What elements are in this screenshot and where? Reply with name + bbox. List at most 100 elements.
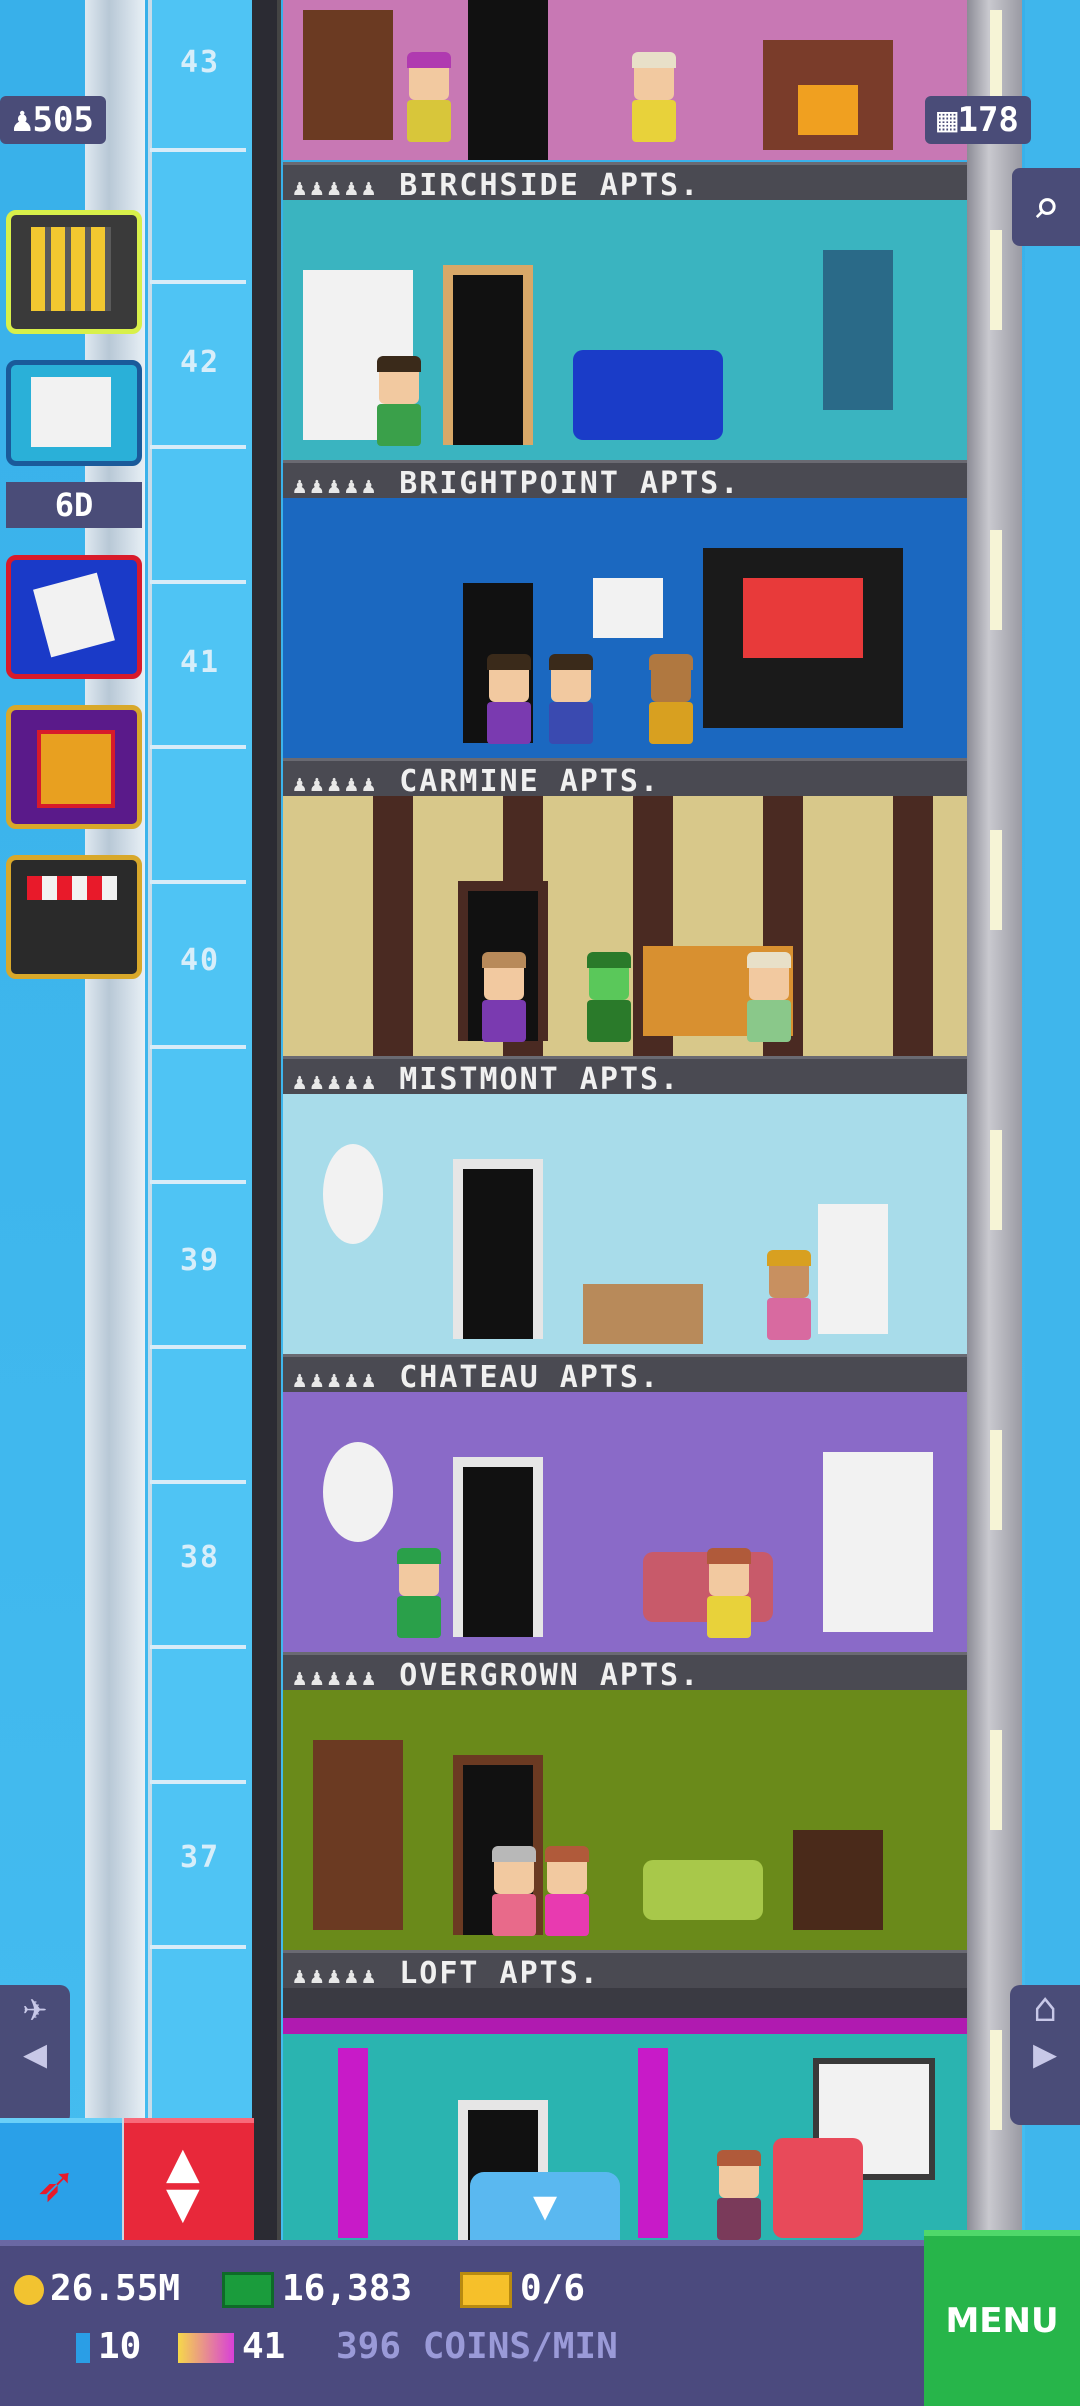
search-icon[interactable]: ⌕ <box>1012 168 1080 246</box>
gift-icon <box>37 730 115 808</box>
tickets-stat[interactable]: 0/6 <box>460 2268 585 2309</box>
calendar-button[interactable] <box>6 555 142 679</box>
lobby-nav-button[interactable]: ✈ ◀ <box>0 1985 70 2125</box>
resident[interactable] <box>373 356 425 446</box>
mirror <box>323 1442 393 1542</box>
floor-name: BIRCHSIDE APTS. <box>399 168 701 203</box>
curtain <box>338 2048 368 2238</box>
shaft-line <box>150 745 246 749</box>
event-timer: 6D <box>6 482 142 528</box>
shaft-line <box>150 1180 246 1184</box>
resident[interactable] <box>763 1250 815 1340</box>
elevator-pole <box>85 0 145 2240</box>
building-icon: ▦ <box>937 100 958 140</box>
floors-badge[interactable]: ▦178 <box>925 96 1031 144</box>
fireplace <box>763 40 893 150</box>
window-light <box>990 1730 1002 1830</box>
window-light <box>990 1130 1002 1230</box>
shaft-line <box>150 580 246 584</box>
bux-icon <box>222 2272 274 2308</box>
elevator-tickets-stat[interactable]: 10 <box>76 2326 141 2367</box>
floor-label-bar[interactable]: ♟♟♟♟♟ OVERGROWN APTS. <box>283 1652 967 1693</box>
fireplace <box>793 1830 883 1930</box>
coins-stat[interactable]: 26.55M <box>14 2268 180 2309</box>
floor-room[interactable] <box>283 1690 967 1950</box>
shaft-line <box>150 880 246 884</box>
residents-badge[interactable]: ♟505 <box>0 96 106 144</box>
vip-tickets-stat[interactable]: 41 <box>178 2326 285 2367</box>
floor-label-bar[interactable]: ♟♟♟♟♟ CARMINE APTS. <box>283 758 967 799</box>
resident[interactable] <box>478 952 530 1042</box>
floor-room[interactable] <box>283 1988 967 2240</box>
tv-stand <box>703 548 903 728</box>
window-light <box>990 10 1002 110</box>
scroll-down-button[interactable]: ▼ <box>470 2172 620 2240</box>
bookshelf <box>313 1740 403 1930</box>
floor-name: LOFT APTS. <box>399 1956 600 1991</box>
shaft-line <box>150 445 246 449</box>
resident[interactable] <box>645 654 697 744</box>
ticket-icon <box>460 2272 512 2308</box>
mirror <box>323 1144 383 1244</box>
bottom-hud <box>0 2240 1080 2406</box>
building-grid-icon <box>31 227 111 311</box>
roof-nav-button[interactable]: ⌂ ▶ <box>1010 1985 1080 2125</box>
floor-room[interactable] <box>283 1094 967 1354</box>
building-overview-button[interactable] <box>6 210 142 334</box>
shaft-line <box>150 1645 246 1649</box>
floor-room[interactable] <box>283 498 967 758</box>
floor-room[interactable] <box>283 796 967 1056</box>
shaft-line <box>150 1345 246 1349</box>
window-light <box>990 230 1002 330</box>
elevator-shaft[interactable] <box>148 0 252 2240</box>
window-light <box>990 530 1002 630</box>
floor-number: 37 <box>179 1840 221 1875</box>
floor-label-bar[interactable]: ♟♟♟♟♟ LOFT APTS. <box>283 1950 967 1991</box>
window-light <box>990 830 1002 930</box>
shop-button[interactable] <box>6 855 142 979</box>
resident[interactable] <box>545 654 597 744</box>
person-icon: ♟ <box>12 100 33 140</box>
gift-button[interactable] <box>6 705 142 829</box>
fridge <box>818 1204 888 1334</box>
raffle-button[interactable]: ➶ <box>0 2118 122 2245</box>
resident[interactable] <box>403 52 455 142</box>
pin-icon: ➶ <box>36 2151 73 2221</box>
window-light <box>990 1430 1002 1530</box>
resident[interactable] <box>713 2150 765 2240</box>
floor-label-bar[interactable]: ♟♟♟♟♟ CHATEAU APTS. <box>283 1354 967 1395</box>
airplane-icon: ✈ <box>22 1985 48 2031</box>
event-button[interactable] <box>6 360 142 466</box>
floor-name: MISTMONT APTS. <box>399 1062 681 1097</box>
resident[interactable] <box>541 1846 593 1936</box>
door <box>453 1159 543 1339</box>
floor-label-bar[interactable]: ♟♟♟♟♟ BRIGHTPOINT APTS. <box>283 460 967 501</box>
coins-per-min: 396 COINS/MIN <box>336 2326 618 2367</box>
floor-number: 42 <box>179 345 221 380</box>
resident[interactable] <box>583 952 635 1042</box>
resident[interactable] <box>703 1548 755 1638</box>
curtain <box>638 2048 668 2238</box>
floor-name: CHATEAU APTS. <box>399 1360 661 1395</box>
shaft-line <box>150 1945 246 1949</box>
bux-stat[interactable]: 16,383 <box>222 2268 412 2309</box>
menu-button[interactable]: MENU <box>924 2230 1080 2406</box>
resident[interactable] <box>483 654 535 744</box>
resident[interactable] <box>743 952 795 1042</box>
window-shutter <box>823 250 893 410</box>
moving-box <box>583 1284 703 1344</box>
floor-label-bar[interactable]: ♟♟♟♟♟ MISTMONT APTS. <box>283 1056 967 1097</box>
door <box>453 1457 543 1637</box>
floor-label-bar[interactable]: ♟♟♟♟♟ BIRCHSIDE APTS. <box>283 162 967 203</box>
building-right-wall <box>967 0 1022 2240</box>
elevator-button[interactable]: ▲ ▼ <box>124 2118 254 2245</box>
floor-room-top[interactable] <box>283 0 967 160</box>
resident[interactable] <box>393 1548 445 1638</box>
resident[interactable] <box>628 52 680 142</box>
floor-room[interactable] <box>283 1392 967 1652</box>
floor-number: 39 <box>179 1243 221 1278</box>
arrow-left-icon: ◀ <box>22 2031 48 2077</box>
resident[interactable] <box>488 1846 540 1936</box>
floor-room[interactable] <box>283 200 967 460</box>
shaft-line <box>150 1045 246 1049</box>
